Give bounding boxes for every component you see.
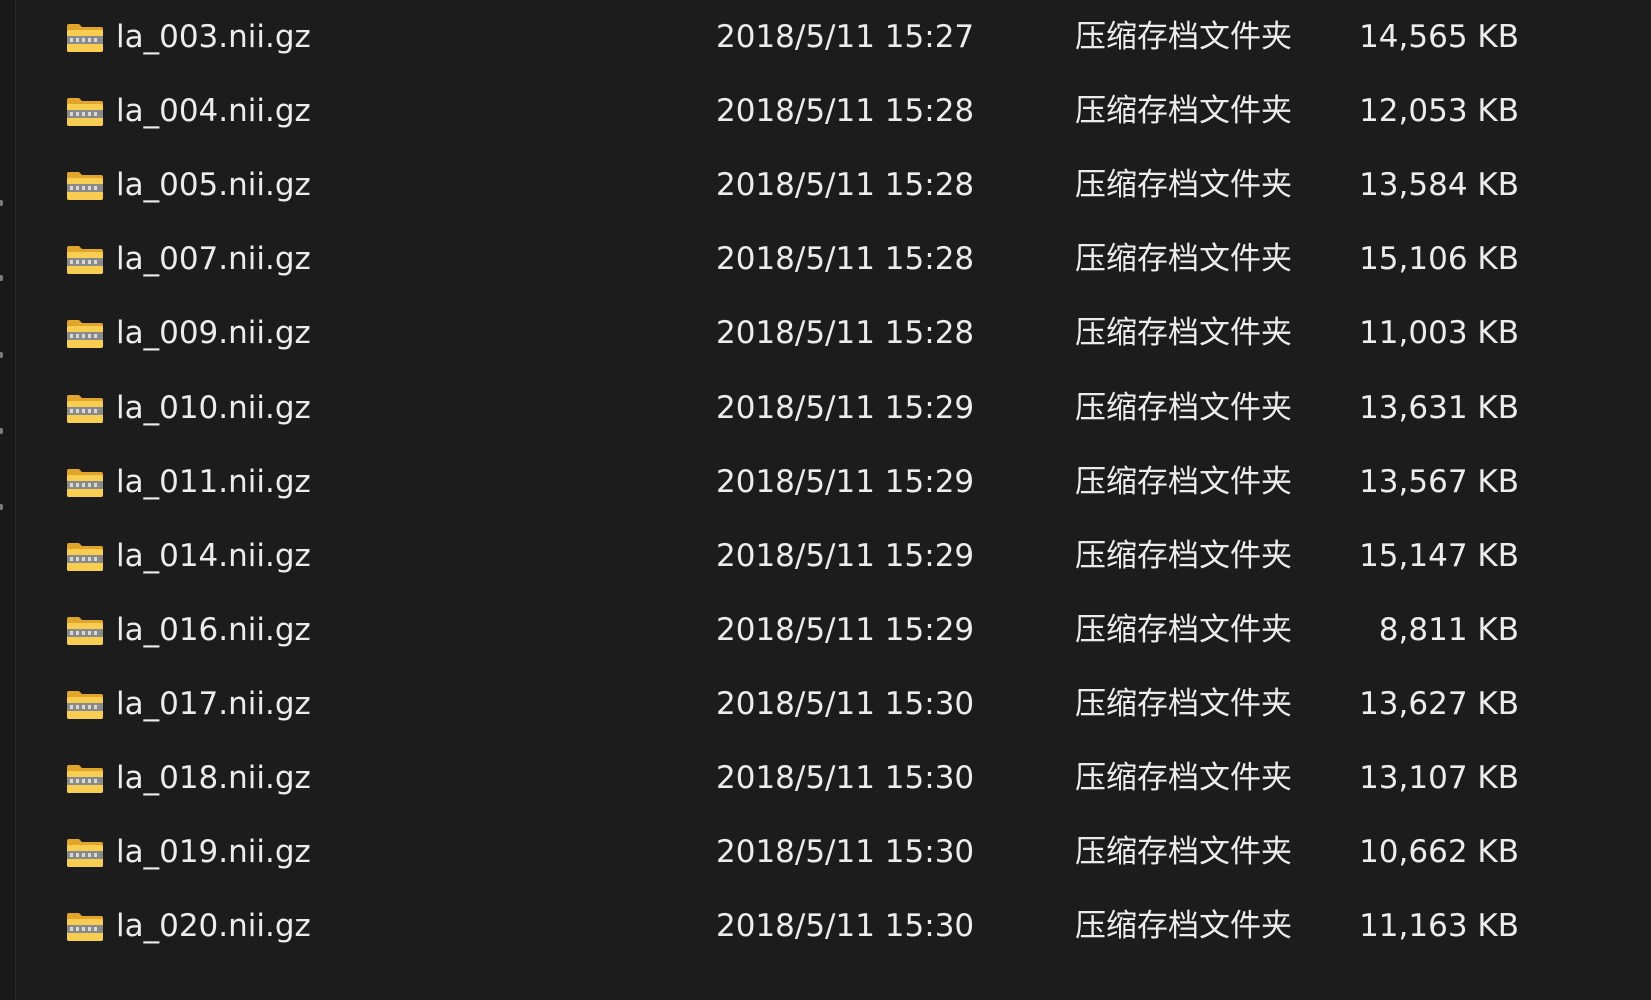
file-name[interactable]: la_009.nii.gz bbox=[116, 314, 311, 352]
file-date-modified: 2018/5/11 15:27 bbox=[716, 19, 975, 55]
file-name[interactable]: la_011.nii.gz bbox=[116, 463, 311, 501]
file-type: 压缩存档文件夹 bbox=[1075, 537, 1292, 574]
zip-folder-icon bbox=[67, 765, 103, 793]
zip-folder-icon bbox=[67, 24, 103, 52]
file-size: 13,584 KB bbox=[1359, 167, 1519, 204]
zip-folder-icon bbox=[67, 616, 103, 645]
file-row[interactable]: la_014.nii.gz 2018/5/11 15:29 压缩存档文件夹 15… bbox=[16, 519, 1636, 597]
file-size: 8,811 KB bbox=[1378, 611, 1519, 648]
file-row[interactable]: la_010.nii.gz 2018/5/11 15:29 压缩存档文件夹 13… bbox=[16, 371, 1636, 449]
file-size: 13,107 KB bbox=[1359, 760, 1519, 796]
file-size: 15,147 KB bbox=[1359, 537, 1519, 574]
file-date-modified: 2018/5/11 15:28 bbox=[716, 315, 975, 352]
file-explorer-pane: la_003.nii.gz 2018/5/11 15:27 压缩存档文件夹 14… bbox=[0, 0, 1651, 1000]
file-date-modified: 2018/5/11 15:29 bbox=[716, 463, 975, 500]
file-type: 压缩存档文件夹 bbox=[1075, 19, 1292, 55]
file-name[interactable]: la_014.nii.gz bbox=[116, 537, 311, 575]
zip-folder-icon bbox=[67, 913, 103, 942]
zip-folder-icon bbox=[67, 98, 103, 127]
file-row[interactable]: la_019.nii.gz 2018/5/11 15:30 压缩存档文件夹 10… bbox=[16, 815, 1636, 893]
nav-edge-marker bbox=[0, 428, 3, 434]
file-row[interactable]: la_020.nii.gz 2018/5/11 15:30 压缩存档文件夹 11… bbox=[16, 889, 1636, 967]
file-type: 压缩存档文件夹 bbox=[1075, 760, 1292, 796]
file-type: 压缩存档文件夹 bbox=[1075, 834, 1292, 871]
file-row[interactable]: la_017.nii.gz 2018/5/11 15:30 压缩存档文件夹 13… bbox=[16, 667, 1636, 745]
file-date-modified: 2018/5/11 15:29 bbox=[716, 389, 975, 426]
zip-folder-icon bbox=[67, 542, 103, 571]
file-type: 压缩存档文件夹 bbox=[1075, 241, 1292, 278]
file-row[interactable]: la_004.nii.gz 2018/5/11 15:28 压缩存档文件夹 12… bbox=[16, 74, 1636, 152]
file-name[interactable]: la_017.nii.gz bbox=[116, 685, 311, 723]
zip-folder-icon bbox=[67, 172, 103, 201]
file-type: 压缩存档文件夹 bbox=[1075, 611, 1292, 648]
file-row[interactable]: la_011.nii.gz 2018/5/11 15:29 压缩存档文件夹 13… bbox=[16, 445, 1636, 523]
file-type: 压缩存档文件夹 bbox=[1075, 685, 1292, 722]
file-date-modified: 2018/5/11 15:29 bbox=[716, 537, 975, 574]
zip-folder-icon bbox=[67, 320, 103, 349]
zip-folder-icon bbox=[67, 394, 103, 423]
file-row[interactable]: la_003.nii.gz 2018/5/11 15:27 压缩存档文件夹 14… bbox=[16, 0, 1636, 78]
zip-folder-icon bbox=[67, 468, 103, 497]
file-name[interactable]: la_003.nii.gz bbox=[116, 18, 311, 56]
file-type: 压缩存档文件夹 bbox=[1075, 908, 1292, 945]
file-date-modified: 2018/5/11 15:28 bbox=[716, 93, 975, 130]
file-size: 11,003 KB bbox=[1359, 315, 1519, 352]
file-date-modified: 2018/5/11 15:30 bbox=[716, 685, 975, 722]
zip-folder-icon bbox=[67, 839, 103, 868]
nav-edge-marker bbox=[0, 352, 3, 358]
file-name[interactable]: la_018.nii.gz bbox=[116, 759, 311, 797]
file-date-modified: 2018/5/11 15:28 bbox=[716, 241, 975, 278]
file-row[interactable]: la_009.nii.gz 2018/5/11 15:28 压缩存档文件夹 11… bbox=[16, 296, 1636, 374]
file-name[interactable]: la_005.nii.gz bbox=[116, 166, 311, 204]
file-size: 14,565 KB bbox=[1359, 19, 1519, 55]
file-type: 压缩存档文件夹 bbox=[1075, 463, 1292, 500]
file-row[interactable]: la_016.nii.gz 2018/5/11 15:29 压缩存档文件夹 8,… bbox=[16, 593, 1636, 671]
navigation-pane-edge[interactable] bbox=[0, 0, 16, 1000]
file-size: 11,163 KB bbox=[1359, 908, 1519, 945]
file-date-modified: 2018/5/11 15:30 bbox=[716, 908, 975, 945]
file-date-modified: 2018/5/11 15:28 bbox=[716, 167, 975, 204]
file-size: 10,662 KB bbox=[1359, 834, 1519, 871]
file-name[interactable]: la_010.nii.gz bbox=[116, 389, 311, 427]
file-type: 压缩存档文件夹 bbox=[1075, 167, 1292, 204]
file-type: 压缩存档文件夹 bbox=[1075, 315, 1292, 352]
file-name[interactable]: la_007.nii.gz bbox=[116, 240, 311, 278]
file-name[interactable]: la_019.nii.gz bbox=[116, 833, 311, 871]
file-name[interactable]: la_020.nii.gz bbox=[116, 907, 311, 945]
file-size: 13,631 KB bbox=[1359, 389, 1519, 426]
file-size: 13,627 KB bbox=[1359, 685, 1519, 722]
nav-edge-marker bbox=[0, 200, 3, 206]
zip-folder-icon bbox=[67, 246, 103, 275]
file-size: 15,106 KB bbox=[1359, 241, 1519, 278]
file-date-modified: 2018/5/11 15:30 bbox=[716, 760, 975, 796]
file-row[interactable]: la_005.nii.gz 2018/5/11 15:28 压缩存档文件夹 13… bbox=[16, 148, 1636, 226]
nav-edge-marker bbox=[0, 275, 3, 281]
file-name[interactable]: la_016.nii.gz bbox=[116, 611, 311, 649]
file-row[interactable]: la_007.nii.gz 2018/5/11 15:28 压缩存档文件夹 15… bbox=[16, 222, 1636, 300]
nav-edge-marker bbox=[0, 504, 3, 510]
zip-folder-icon bbox=[67, 690, 103, 719]
file-size: 12,053 KB bbox=[1359, 93, 1519, 130]
file-date-modified: 2018/5/11 15:29 bbox=[716, 611, 975, 648]
file-type: 压缩存档文件夹 bbox=[1075, 93, 1292, 130]
file-name[interactable]: la_004.nii.gz bbox=[116, 92, 311, 130]
file-type: 压缩存档文件夹 bbox=[1075, 389, 1292, 426]
file-date-modified: 2018/5/11 15:30 bbox=[716, 834, 975, 871]
file-size: 13,567 KB bbox=[1359, 463, 1519, 500]
file-row[interactable]: la_018.nii.gz 2018/5/11 15:30 压缩存档文件夹 13… bbox=[16, 741, 1636, 819]
